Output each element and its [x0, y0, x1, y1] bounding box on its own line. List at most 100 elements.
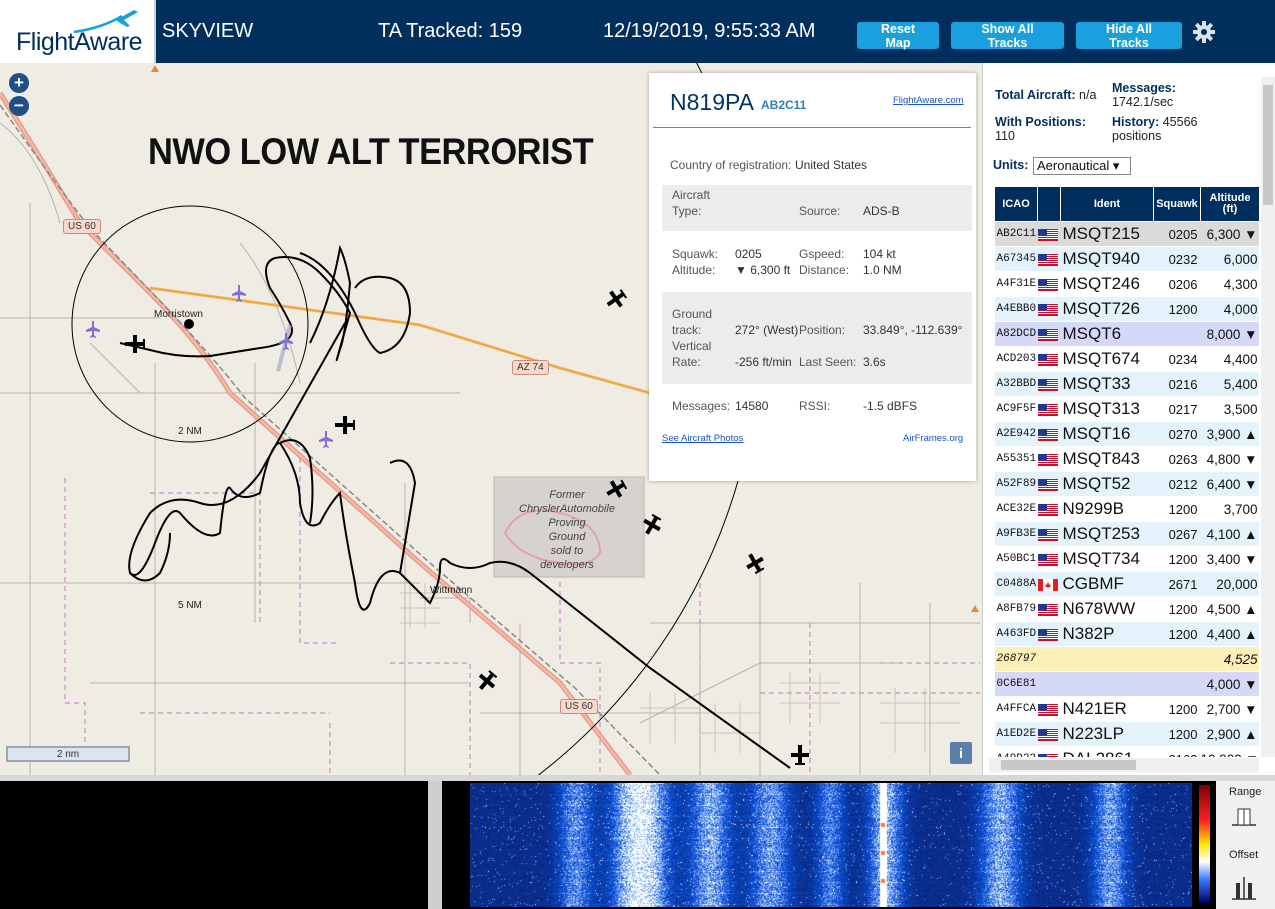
table-row[interactable]: A8FB79 N678WW 1200 4,500 ▲ [994, 596, 1259, 622]
table-row[interactable]: A67345 MSQT940 0232 6,000 [994, 246, 1259, 272]
icao-cell: AC9F5F [994, 396, 1038, 422]
ident-cell: MSQT313 [1060, 396, 1154, 422]
table-row[interactable]: A82DCD MSQT6 8,000 ▼ [994, 321, 1259, 347]
table-row[interactable]: A9FB3E MSQT253 0267 4,100 ▲ [994, 521, 1259, 547]
column-header-ident[interactable]: Ident [1060, 186, 1154, 222]
ident-cell: MSQT674 [1060, 346, 1154, 372]
flag-cell [1037, 271, 1061, 297]
scrollbar-thumb-horizontal[interactable] [1001, 760, 1136, 770]
table-row[interactable]: A2E942 MSQT16 0270 3,900 ▲ [994, 421, 1259, 447]
info-button[interactable]: i [950, 742, 972, 764]
range-ring-label-5nm: 5 NM [178, 600, 202, 611]
ground-track-value: 272° (West) [735, 323, 799, 337]
popup-section-shade-2 [662, 292, 972, 384]
squawk-cell: 0212 [1153, 471, 1201, 497]
table-row[interactable]: 0C6E81 4,000 ▼ [994, 671, 1259, 697]
popup-ident: N819PA [670, 89, 754, 115]
clock-datetime: 12/19/2019, 9:55:33 AM [603, 20, 816, 42]
table-row[interactable]: A1ED2E N223LP 1200 2,900 ▲ [994, 721, 1259, 747]
icao-cell: A9FB3E [994, 521, 1038, 547]
range-slider[interactable] [1228, 805, 1260, 829]
column-header-flag[interactable] [1037, 186, 1061, 222]
squawk-label: Squawk: [672, 247, 719, 261]
table-row[interactable]: A4F31E MSQT246 0206 4,300 [994, 271, 1259, 297]
column-header-squawk[interactable]: Squawk [1153, 186, 1201, 222]
flag-cell [1037, 646, 1061, 672]
offset-slider[interactable] [1228, 875, 1260, 905]
overlay-banner-text: NWO LOW ALT TERRORIST [148, 131, 594, 172]
ident-cell: MSQT940 [1060, 246, 1154, 272]
town-label-wittmann: Wittmann [430, 585, 473, 596]
table-row[interactable]: A4FFCA N421ER 1200 2,700 ▼ [994, 696, 1259, 722]
gear-icon[interactable] [1192, 20, 1216, 44]
positions-stat: With Positions: 110 [995, 115, 1086, 143]
column-header-icao[interactable]: ICAO [994, 186, 1038, 222]
table-row[interactable]: ACD203 MSQT674 0234 4,400 [994, 346, 1259, 372]
squawk-cell: 0234 [1153, 346, 1201, 372]
header-bar: FlightAware SKYVIEW TA Tracked: 159 12/1… [0, 0, 1275, 63]
zoom-out-button[interactable]: − [9, 96, 29, 116]
hide-all-tracks-button[interactable]: Hide All Tracks [1076, 22, 1182, 50]
altitude-cell: 2,700 ▼ [1200, 696, 1259, 722]
road-shield-us60-south: US 60 [560, 699, 598, 714]
us-flag-icon [1037, 554, 1058, 567]
table-row[interactable]: A55351 MSQT843 0263 4,800 ▼ [994, 446, 1259, 472]
spectrum-splitter[interactable] [428, 781, 442, 909]
altitude-cell: 6,300 ▼ [1200, 221, 1259, 247]
icao-cell: A50BC1 [994, 546, 1038, 572]
flag-cell [1037, 446, 1061, 472]
us-flag-icon [1037, 379, 1058, 392]
table-row[interactable]: ACE32E N9299B 1200 3,700 [994, 496, 1259, 522]
ident-cell: MSQT253 [1060, 521, 1154, 547]
altitude-label: Altitude: [672, 263, 716, 277]
ident-cell [1060, 646, 1154, 672]
icao-cell: 0C6E81 [994, 671, 1038, 697]
table-row[interactable]: 268797 4,525 [994, 646, 1259, 672]
vertical-scrollbar[interactable] [1261, 77, 1275, 757]
aircraft-photos-link[interactable]: See Aircraft Photos [662, 433, 743, 444]
ground-track-label-2: track: [672, 323, 702, 337]
table-row[interactable]: A50BC1 MSQT734 1200 3,400 ▼ [994, 546, 1259, 572]
spectrum-panel: Range Offset [0, 775, 1275, 909]
icao-cell: A4F31E [994, 271, 1038, 297]
table-row[interactable]: A49D22 DAL2861316310,900 ▼ [994, 746, 1259, 757]
us-flag-icon [1037, 754, 1058, 757]
ident-cell: CGBMF [1060, 571, 1154, 597]
altitude-cell: 4,000 [1200, 296, 1259, 322]
table-row[interactable]: AC9F5F MSQT313 0217 3,500 [994, 396, 1259, 422]
messages-label: Messages: [672, 399, 731, 413]
vertical-rate-label-2: Rate: [672, 355, 701, 369]
zoom-in-button[interactable]: + [9, 73, 29, 93]
rssi-value: -1.5 dBFS [863, 399, 918, 413]
table-row[interactable]: A4EBB0 MSQT726 1200 4,000 [994, 296, 1259, 322]
table-row[interactable]: A463FD N382P 1200 4,400 ▲ [994, 621, 1259, 647]
show-all-tracks-button[interactable]: Show All Tracks [951, 22, 1064, 50]
units-select[interactable]: Aeronautical ▾ [1033, 157, 1131, 175]
column-header-altitude[interactable]: Altitude (ft) [1200, 186, 1259, 222]
squawk-cell: 0216 [1153, 371, 1201, 397]
flag-cell [1037, 396, 1061, 422]
aircraft-type-label-2: Type: [672, 204, 702, 218]
table-row[interactable]: C0488A CGBMF 2671 20,000 [994, 571, 1259, 597]
flag-cell [1037, 621, 1061, 647]
ident-cell: MSQT246 [1060, 271, 1154, 297]
popup-icao: AB2C11 [761, 98, 807, 112]
reset-map-button[interactable]: Reset Map [857, 22, 939, 50]
squawk-cell [1153, 671, 1201, 697]
flightaware-link[interactable]: FlightAware.com [893, 95, 964, 106]
icao-cell: A49D22 [994, 746, 1038, 757]
table-row[interactable]: A52F89 MSQT52 0212 6,400 ▼ [994, 471, 1259, 497]
gspeed-value: 104 kt [863, 247, 896, 261]
scrollbar-thumb[interactable] [1263, 85, 1273, 205]
airframes-link[interactable]: AirFrames.org [903, 433, 963, 444]
range-ring-label-2nm: 2 NM [178, 426, 202, 437]
flightaware-logo[interactable]: FlightAware [0, 0, 156, 63]
distance-label: Distance: [799, 263, 850, 277]
aircraft-sidebar: Total Aircraft: n/a Messages: 1742.1/sec … [982, 63, 1275, 775]
us-flag-icon [1037, 704, 1058, 717]
table-row[interactable]: AB2C11 MSQT215 0205 6,300 ▼ [994, 221, 1259, 247]
horizontal-scrollbar[interactable] [989, 758, 1259, 772]
us-flag-icon [1037, 279, 1058, 292]
vertical-rate-label: Vertical [672, 339, 712, 353]
table-row[interactable]: A32BBD MSQT33 0216 5,400 [994, 371, 1259, 397]
